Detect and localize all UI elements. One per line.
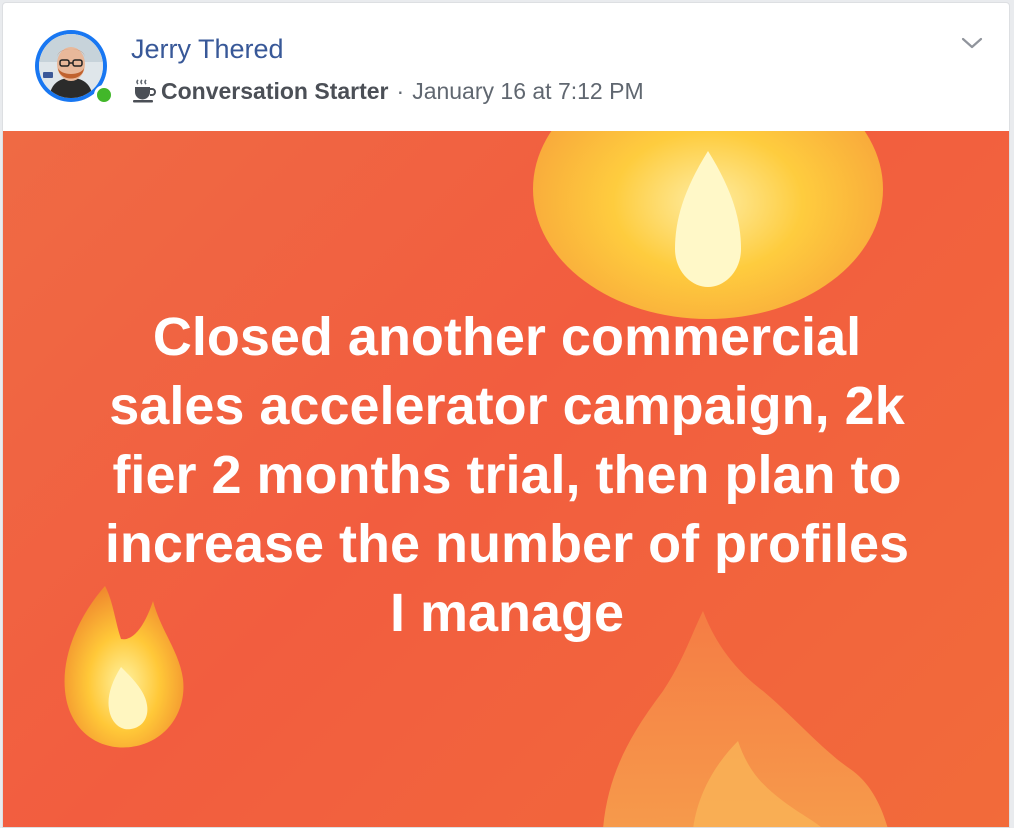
coffee-cup-icon bbox=[131, 78, 157, 104]
badge-label[interactable]: Conversation Starter bbox=[161, 78, 389, 105]
online-status-indicator bbox=[94, 85, 114, 105]
post-text-line: I manage bbox=[389, 583, 625, 643]
post-background: Closed another commercial sales accelera… bbox=[3, 131, 1009, 827]
post-meta: Conversation Starter · January 16 at 7:1… bbox=[131, 76, 644, 106]
avatar[interactable] bbox=[35, 30, 114, 105]
post-text-line: fier 2 months trial, then plan to bbox=[112, 445, 902, 505]
post-header: Jerry Thered Conversation Starter · Janu… bbox=[3, 3, 1009, 129]
profile-photo-image bbox=[39, 34, 103, 98]
post-card: Jerry Thered Conversation Starter · Janu… bbox=[2, 2, 1010, 828]
post-text-line: Closed another commercial bbox=[152, 307, 862, 367]
post-text: Closed another commercial sales accelera… bbox=[43, 303, 971, 648]
profile-photo[interactable] bbox=[39, 34, 103, 98]
meta-separator: · bbox=[396, 77, 405, 104]
post-text-line: increase the number of profiles bbox=[104, 514, 910, 574]
post-text-line: sales accelerator campaign, 2k bbox=[109, 376, 905, 436]
post-timestamp[interactable]: January 16 at 7:12 PM bbox=[412, 78, 643, 105]
author-name[interactable]: Jerry Thered bbox=[131, 34, 284, 65]
chevron-down-icon[interactable] bbox=[959, 33, 985, 53]
